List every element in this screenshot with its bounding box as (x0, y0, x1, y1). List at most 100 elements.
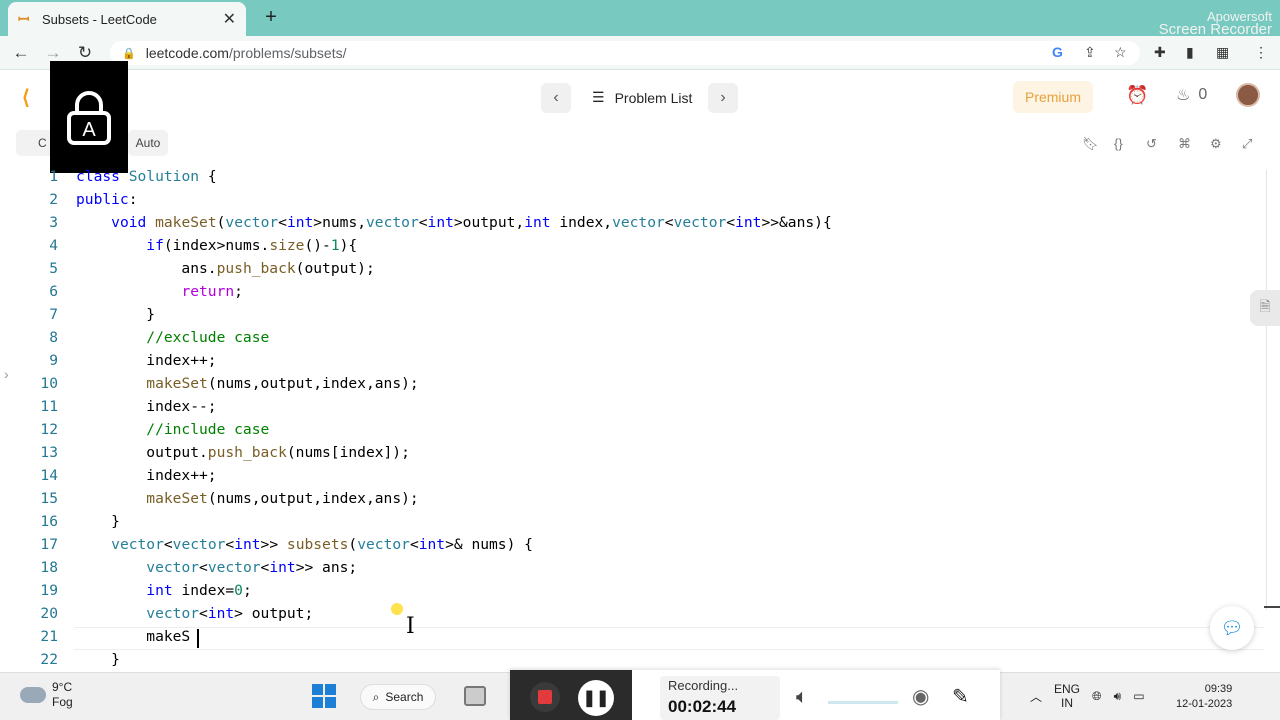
code-line[interactable]: vector<vector<int>> subsets(vector<int>&… (76, 536, 533, 553)
chevron-up-icon[interactable]: ︿ (1030, 688, 1042, 705)
search-icon: ⌕ (372, 689, 380, 704)
code-line[interactable]: index++; (76, 467, 216, 484)
code-line[interactable]: } (76, 306, 155, 323)
google-icon[interactable]: G (1052, 44, 1063, 60)
sidepanel-icon[interactable]: ▮ (1186, 44, 1194, 61)
weather-widget[interactable]: 9°C Fog (20, 680, 73, 710)
recording-timer: 00:02:44 (668, 697, 737, 716)
code-line[interactable]: index--; (76, 398, 216, 415)
line-number: 22 (40, 651, 58, 668)
code-line[interactable]: vector<int> output; (76, 605, 313, 622)
code-line[interactable]: vector<vector<int>> ans; (76, 559, 357, 576)
taskbar-clock[interactable]: 09:39 12-01-2023 (1176, 682, 1232, 712)
code-line[interactable]: if(index>nums.size()-1){ (76, 237, 357, 254)
line-number: 13 (40, 444, 58, 461)
address-bar[interactable]: 🔒 leetcode.com/problems/subsets/ (110, 41, 1140, 65)
line-number: 17 (40, 536, 58, 553)
browser-tab[interactable]: ꟷ Subsets - LeetCode ✕ (8, 2, 246, 36)
avatar[interactable] (1236, 83, 1260, 107)
collapse-panel-icon[interactable]: › (4, 366, 9, 382)
reset-icon[interactable]: ↺ (1146, 136, 1157, 152)
svg-text:A: A (82, 119, 96, 141)
expand-icon[interactable]: ⤢ (1242, 136, 1252, 152)
speaker-icon[interactable]: 🔈︎ (796, 686, 808, 709)
line-number: 21 (40, 628, 58, 645)
new-tab-button[interactable]: + (258, 4, 284, 30)
lang-top: ENG (1054, 682, 1081, 696)
prev-problem-button[interactable]: ‹ (541, 83, 571, 113)
command-icon[interactable]: ⌘ (1178, 136, 1191, 152)
code-line[interactable]: return; (76, 283, 243, 300)
code-editor[interactable]: 1 class Solution {2 public: 3 void makeSet(… (16, 166, 1264, 676)
clock-time: 09:39 (1204, 683, 1233, 695)
taskbar-search-button[interactable]: ⌕ Search (360, 684, 436, 710)
back-arrow-icon[interactable]: ← (10, 42, 32, 64)
code-line[interactable]: makeS (76, 628, 190, 645)
stop-record-button[interactable] (530, 682, 560, 712)
braces-icon[interactable]: {} (1114, 136, 1123, 151)
next-problem-button[interactable]: › (708, 83, 738, 113)
volume-icon[interactable]: 🔊︎ (1114, 689, 1122, 704)
code-line[interactable]: //exclude case (76, 329, 269, 346)
extensions-icon[interactable]: ✚ (1154, 44, 1166, 61)
profile-grid-icon[interactable]: ▦ (1216, 44, 1229, 61)
code-line[interactable]: ans.push_back(output); (76, 260, 374, 277)
pause-record-button[interactable]: ❚❚ (578, 680, 614, 716)
chat-feedback-icon[interactable]: 💬︎ (1210, 606, 1254, 650)
menu-kebab-icon[interactable]: ⋮ (1254, 44, 1268, 61)
recording-label: Recording... (668, 678, 739, 693)
line-number: 16 (40, 513, 58, 530)
screen-lock-overlay: A (50, 61, 128, 173)
leetcode-logo-icon[interactable]: ⟨ (22, 85, 30, 110)
battery-icon[interactable]: ▭ (1133, 689, 1144, 703)
settings-gear-icon[interactable]: ⚙ (1210, 136, 1222, 152)
search-label: Search (385, 690, 424, 704)
line-number: 2 (49, 191, 58, 208)
leetcode-favicon-icon: ꟷ (18, 11, 30, 27)
stop-icon (538, 690, 552, 704)
code-line[interactable]: index++; (76, 352, 216, 369)
code-line[interactable]: void makeSet(vector<int>nums,vector<int>… (76, 214, 832, 231)
editor-scrollbar[interactable] (1266, 170, 1280, 610)
code-line[interactable]: output.push_back(nums[index]); (76, 444, 410, 461)
line-number: 5 (49, 260, 58, 277)
weather-temp: 9°C (52, 680, 73, 694)
line-number: 11 (40, 398, 58, 415)
code-line[interactable]: makeSet(nums,output,index,ans); (76, 375, 418, 392)
code-line[interactable]: //include case (76, 421, 269, 438)
system-tray: ︿ ENG IN 🌐︎ 🔊︎ ▭ (1030, 682, 1145, 710)
share-icon[interactable]: ⇪ (1084, 44, 1096, 61)
problem-list-label: Problem List (614, 89, 693, 106)
ibeam-cursor-icon: I (406, 614, 415, 639)
close-tab-icon[interactable]: ✕ (223, 9, 236, 29)
pen-annotate-icon[interactable]: ✎ (952, 684, 969, 709)
flame-icon: ♨ (1176, 87, 1191, 104)
mouse-highlight-dot (391, 603, 403, 615)
code-line[interactable]: int index=0; (76, 582, 251, 599)
code-line[interactable]: } (76, 513, 120, 530)
notes-side-tab-icon[interactable]: 🗎︎ (1250, 290, 1280, 326)
problem-list-button[interactable]: ☰ Problem List (592, 89, 692, 106)
streak-counter[interactable]: ♨ 0 (1176, 85, 1207, 105)
bookmark-icon[interactable]: 🔖︎ (1082, 136, 1099, 152)
line-number: 14 (40, 467, 58, 484)
streak-count: 0 (1198, 86, 1208, 103)
line-number: 7 (49, 306, 58, 323)
volume-slider[interactable] (828, 701, 898, 704)
line-number: 18 (40, 559, 58, 576)
premium-button[interactable]: Premium (1013, 81, 1093, 113)
code-line[interactable]: public: (76, 191, 138, 208)
padlock-icon: A (67, 91, 111, 145)
code-line[interactable]: class Solution { (76, 168, 217, 185)
code-line[interactable]: } (76, 651, 120, 668)
globe-icon[interactable]: 🌐︎ (1092, 689, 1102, 704)
lock-icon: 🔒 (122, 47, 136, 60)
input-language[interactable]: ENG IN (1054, 682, 1080, 710)
bookmark-star-icon[interactable]: ☆ (1114, 44, 1127, 61)
taskbar-app-icon[interactable] (464, 686, 486, 706)
webcam-icon[interactable]: ◉ (912, 684, 929, 709)
auto-mode-chip[interactable]: Auto (128, 130, 168, 156)
windows-start-icon[interactable] (312, 684, 336, 708)
alarm-clock-icon[interactable]: ⏰ (1126, 85, 1148, 106)
code-line[interactable]: makeSet(nums,output,index,ans); (76, 490, 418, 507)
